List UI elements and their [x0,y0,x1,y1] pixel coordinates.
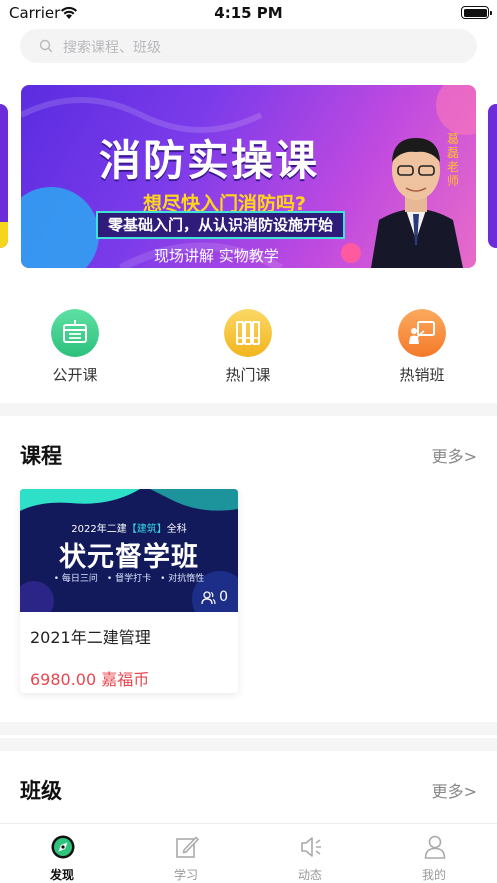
tab-feed[interactable]: 动态 [248,824,372,883]
compass-icon [51,835,75,859]
banner-title: 消防实操课 [99,136,320,185]
tab-label: 动态 [297,868,322,882]
search-icon [39,39,53,53]
edit-icon [176,836,200,858]
course-thumbnail: 2022年二建【建筑】全科 状元督学班 • 每日三问 • 督学打卡 • 对抗惰性… [20,489,238,612]
tab-label: 发现 [49,868,74,882]
quick-nav-best-seller[interactable]: 热销班 [372,305,472,385]
class-section-title: 班级 [20,779,62,803]
courses-section-title: 课程 [20,444,62,468]
banner-subtitle: 现场讲解 实物教学 [154,247,279,265]
speaker-icon [301,837,321,857]
tab-label: 学习 [173,868,198,882]
course-price: 6980.00 嘉福币 [30,670,150,689]
binders-icon [224,309,272,357]
tab-study[interactable]: 学习 [124,824,248,883]
battery-icon [461,6,492,19]
status-bar: Carrier 4:15 PM [0,0,497,26]
teacher-board-icon [398,309,446,357]
quick-nav: 公开课 热门课 热销班 [0,305,497,385]
tab-discover[interactable]: 发现 [0,824,124,883]
tab-bar: 发现 学习 动态 我的 [0,823,497,883]
course-card[interactable]: 2022年二建【建筑】全科 状元督学班 • 每日三问 • 督学打卡 • 对抗惰性… [20,489,238,693]
quick-nav-label: 公开课 [52,366,98,384]
tab-label: 我的 [421,868,446,882]
thumbnail-subtitle: 2022年二建【建筑】全科 [71,524,187,535]
course-name: 2021年二建管理 [30,628,151,647]
clock: 4:15 PM [214,4,283,22]
search-placeholder: 搜索课程、班级 [63,40,161,56]
banner-next-peek[interactable] [488,104,497,248]
search-input[interactable]: 搜索课程、班级 [20,29,477,63]
book-board-icon [51,309,99,357]
section-divider [0,722,497,735]
banner-tagline: 零基础入门，从认识消防设施开始 [96,211,346,239]
class-more-link[interactable]: 更多> [432,778,477,802]
tab-profile[interactable]: 我的 [372,824,496,883]
quick-nav-label: 热门课 [225,366,271,384]
students-icon [201,591,216,605]
student-count: 0 [219,589,228,605]
section-divider [0,738,497,751]
quick-nav-open-course[interactable]: 公开课 [25,305,125,385]
thumbnail-bullets: • 每日三问 • 督学打卡 • 对抗惰性 [53,574,205,584]
user-icon [424,835,446,859]
quick-nav-label: 热销班 [399,366,445,384]
section-divider [0,403,497,416]
courses-more-link[interactable]: 更多> [432,443,477,467]
teacher-name: 葛磊老师 [446,132,459,188]
thumbnail-title: 状元督学班 [59,542,199,573]
quick-nav-hot-course[interactable]: 热门课 [198,305,298,385]
banner-prev-peek[interactable] [0,104,8,248]
promo-banner[interactable]: 消防实操课 想尽快入门消防吗? 零基础入门，从认识消防设施开始 现场讲解 实物教… [21,85,476,268]
